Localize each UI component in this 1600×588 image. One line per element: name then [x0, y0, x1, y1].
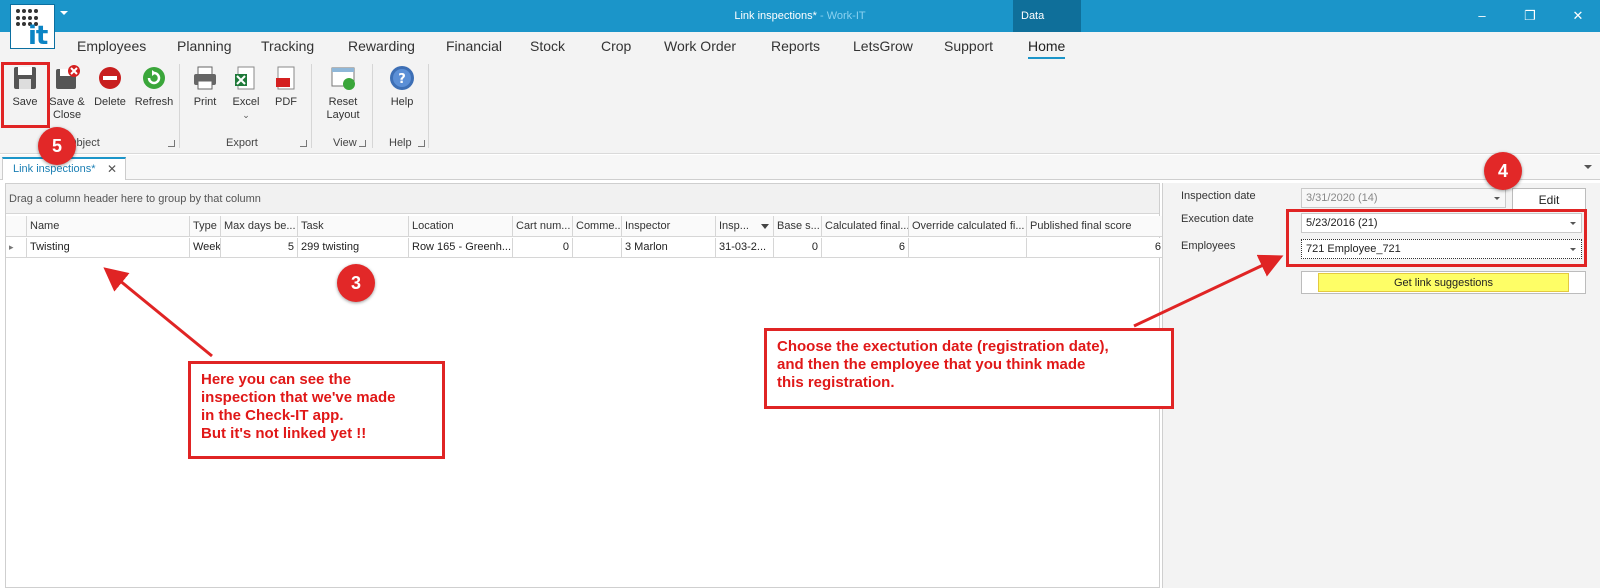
tab-financial[interactable]: Financial	[446, 38, 502, 54]
annotation-note-right: Choose the exectution date (registration…	[764, 328, 1174, 409]
view-group-label: View	[333, 137, 357, 149]
column-header[interactable]: Base s...	[774, 216, 822, 237]
group-separator	[372, 64, 373, 148]
inspection-date-field: 3/31/2020 (14)	[1301, 188, 1506, 208]
view-group-launcher-icon[interactable]	[359, 140, 366, 147]
inspection-date-label: Inspection date	[1181, 190, 1256, 202]
table-cell[interactable]: 0	[774, 238, 822, 258]
tab-tracking[interactable]: Tracking	[261, 38, 314, 54]
tab-work-order[interactable]: Work Order	[664, 38, 736, 54]
table-cell[interactable]: 6	[822, 238, 909, 258]
tab-support[interactable]: Support	[944, 38, 993, 54]
tab-letsgrow[interactable]: LetsGrow	[853, 38, 913, 54]
reset-layout-button[interactable]: Reset Layout	[318, 64, 368, 122]
tab-stock[interactable]: Stock	[530, 38, 565, 54]
app-window: Link inspections* - Work-IT Data – ❐ ✕ i…	[0, 0, 1600, 588]
table-cell[interactable]	[909, 238, 1027, 258]
column-header[interactable]: Comme...	[573, 216, 622, 237]
tab-employees[interactable]: Employees	[77, 38, 146, 54]
column-header[interactable]: Type	[190, 216, 221, 237]
highlight-save	[1, 62, 50, 128]
table-cell[interactable]: Twisting	[27, 238, 190, 258]
row-indicator-header	[6, 216, 27, 237]
save-close-icon	[56, 65, 80, 89]
group-separator	[428, 64, 429, 148]
excel-button[interactable]: Excel ⌄	[228, 64, 264, 122]
tab-planning[interactable]: Planning	[177, 38, 232, 54]
ribbon: Save Save & Close Delete Refresh Object …	[0, 60, 1600, 154]
pdf-button[interactable]: PDF	[268, 64, 304, 109]
get-link-suggestions-container: Get link suggestions	[1301, 271, 1586, 294]
delete-icon	[99, 67, 121, 89]
step-badge-3: 3	[337, 264, 375, 302]
column-header[interactable]: Location	[409, 216, 513, 237]
table-cell[interactable]: Week	[190, 238, 221, 258]
restore-icon[interactable]: ❐	[1522, 8, 1538, 24]
refresh-button[interactable]: Refresh	[132, 64, 176, 109]
export-group-label: Export	[226, 137, 258, 149]
column-header[interactable]: Published final score	[1027, 216, 1165, 237]
document-tab-strip: Link inspections* ✕	[0, 155, 1600, 180]
column-header[interactable]: Calculated final...	[822, 216, 909, 237]
group-panel[interactable]: Drag a column header here to group by th…	[6, 184, 1159, 214]
help-group-label: Help	[389, 137, 412, 149]
print-button[interactable]: Print	[186, 64, 224, 109]
save-close-button[interactable]: Save & Close	[46, 64, 88, 122]
column-header[interactable]: Task	[298, 216, 409, 237]
printer-icon	[194, 66, 216, 90]
execution-date-label: Execution date	[1181, 213, 1254, 225]
table-cell[interactable]: 0	[513, 238, 573, 258]
tab-crop[interactable]: Crop	[601, 38, 631, 54]
table-cell[interactable]: 3 Marlon	[622, 238, 716, 258]
group-separator	[311, 64, 312, 148]
reset-layout-icon	[331, 67, 355, 90]
table-cell[interactable]	[573, 238, 622, 258]
column-header[interactable]: Inspector	[622, 216, 716, 237]
chevron-down-icon	[1494, 197, 1500, 200]
export-group-launcher-icon[interactable]	[300, 140, 307, 147]
contextual-tab-data[interactable]: Data	[1013, 0, 1081, 32]
svg-text:?: ?	[398, 72, 406, 87]
tab-rewarding[interactable]: Rewarding	[348, 38, 415, 54]
column-header[interactable]: Override calculated fi...	[909, 216, 1027, 237]
step-badge-4: 4	[1484, 152, 1522, 190]
help-group-launcher-icon[interactable]	[418, 140, 425, 147]
employees-label: Employees	[1181, 240, 1236, 252]
column-header[interactable]: Name	[27, 216, 190, 237]
table-cell[interactable]: Row 165 - Greenh...	[409, 238, 513, 258]
title-bar: Link inspections* - Work-IT Data – ❐ ✕	[0, 0, 1600, 32]
sort-desc-icon	[761, 224, 769, 229]
annotation-note-left: Here you can see the inspection that we'…	[188, 361, 445, 459]
tab-reports[interactable]: Reports	[771, 38, 820, 54]
table-cell[interactable]: 5	[221, 238, 298, 258]
tab-list-dropdown-icon[interactable]	[1584, 165, 1592, 169]
app-logo[interactable]: it	[10, 4, 55, 51]
group-separator	[179, 64, 180, 148]
help-button[interactable]: ? Help	[382, 64, 422, 109]
pdf-icon	[276, 66, 295, 90]
table-cell[interactable]: 299 twisting	[298, 238, 409, 258]
table-cell[interactable]: 6	[1027, 238, 1165, 258]
highlight-date-employee	[1286, 209, 1587, 267]
minimize-icon[interactable]: –	[1474, 8, 1490, 24]
step-badge-5: 5	[38, 127, 76, 165]
close-window-icon[interactable]: ✕	[1570, 8, 1586, 24]
delete-button[interactable]: Delete	[90, 64, 130, 109]
get-link-suggestions-button[interactable]: Get link suggestions	[1318, 273, 1569, 292]
column-header[interactable]: Max days be...	[221, 216, 298, 237]
object-group-launcher-icon[interactable]	[168, 140, 175, 147]
edit-button[interactable]: Edit	[1512, 188, 1586, 211]
table-cell[interactable]: 31-03-2...	[716, 238, 774, 258]
window-title: Link inspections* - Work-IT	[734, 10, 866, 22]
help-icon: ?	[390, 66, 414, 90]
row-expand-icon[interactable]: ▸	[6, 238, 27, 258]
close-tab-icon[interactable]: ✕	[107, 162, 117, 176]
ribbon-tabs: Employees Planning Tracking Rewarding Fi…	[0, 32, 1600, 60]
column-header[interactable]: Cart num...	[513, 216, 573, 237]
refresh-icon	[143, 67, 165, 89]
column-header[interactable]: Insp...	[716, 216, 774, 237]
tab-home[interactable]: Home	[1028, 38, 1066, 59]
excel-icon	[235, 66, 255, 90]
